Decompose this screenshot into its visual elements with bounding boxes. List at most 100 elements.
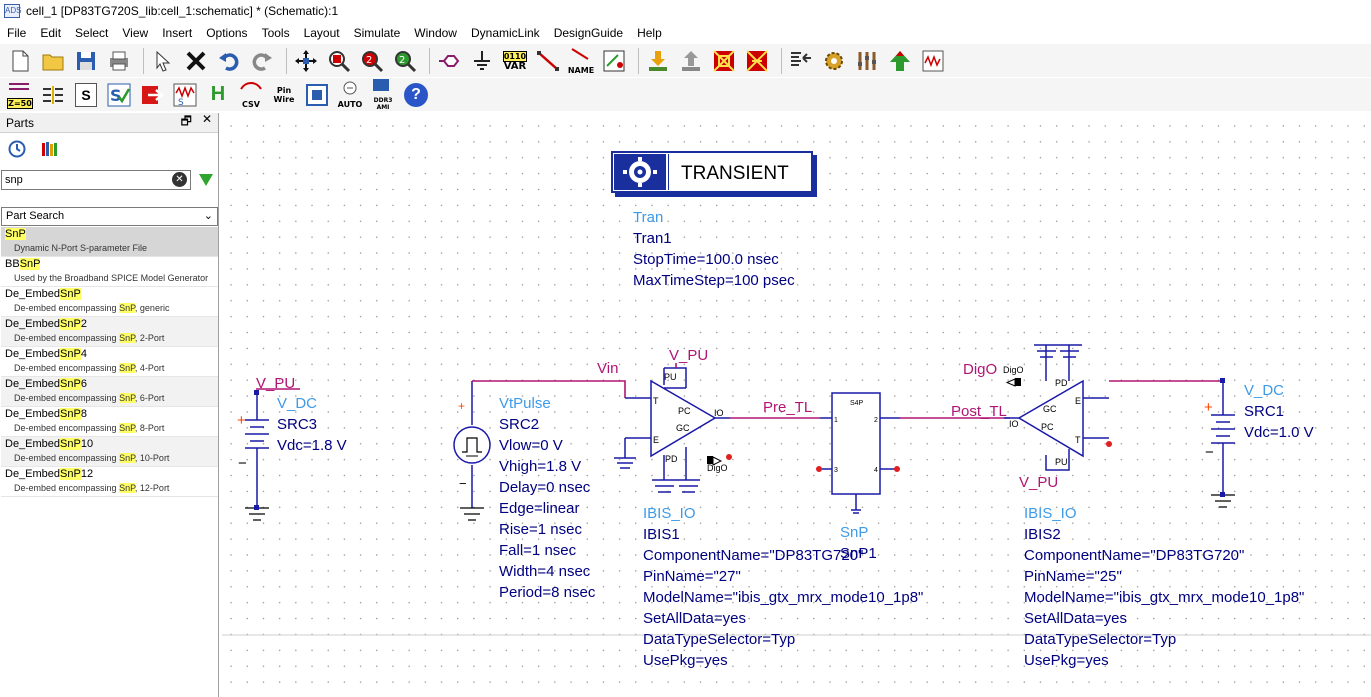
menu-layout[interactable]: Layout [297,23,347,43]
ground-icon[interactable] [468,47,496,75]
main-toolbar: 2 2 0110 VAR NAME [0,44,1371,77]
select-arrow-icon[interactable] [149,47,177,75]
export-red-icon[interactable] [138,81,166,109]
move-icon[interactable] [292,47,320,75]
csv-label: CSV [242,99,260,109]
csv-icon[interactable]: CSV [237,81,265,109]
clear-search-icon[interactable]: ✕ [172,172,187,187]
ibis1-buffer[interactable]: T E PC GC IO PU PD DigO [614,367,732,493]
redo-icon[interactable] [248,47,276,75]
parts-search-input[interactable] [1,170,191,190]
menu-select[interactable]: Select [68,23,115,43]
print-icon[interactable] [105,47,133,75]
sparam-check-icon[interactable]: S [105,81,133,109]
list-item[interactable]: De_EmbedSnP4 De-embed encompassing SnP, … [1,347,218,377]
zoom-in-icon[interactable]: 2 [358,47,386,75]
src2-param: Rise=1 nsec [499,521,582,538]
toolbar-separator [638,47,639,74]
ddr-ami-icon[interactable]: DDR3 AMI [369,79,397,111]
list-item[interactable]: BBSnP Used by the Broadband SPICE Model … [1,257,218,287]
src2-param: Vlow=0 V [499,437,563,454]
src1-vdc-source[interactable]: + − [1204,378,1235,508]
part-search-dropdown[interactable]: Part Search ⌄ [1,207,218,226]
port-icon[interactable] [435,47,463,75]
snp-block[interactable]: S4P 1 2 3 4 [816,392,900,514]
src3-net-label: V_PU [256,375,295,392]
list-item[interactable]: SnP Dynamic N-Port S-parameter File [1,227,218,257]
pop-out-icon[interactable] [677,47,705,75]
src3-type: V_DC [277,395,317,412]
close-panel-icon[interactable]: ✕ [202,112,212,133]
new-file-icon[interactable] [6,47,34,75]
src2-vtpulse-source[interactable]: + − [453,381,491,521]
menu-dynamiclink[interactable]: DynamicLink [464,23,547,43]
ibis2-pin-pu: PU [1055,457,1068,467]
menu-window[interactable]: Window [407,23,464,43]
svg-text:S: S [110,86,122,105]
toolbar-separator [286,47,287,74]
var-icon[interactable]: 0110 VAR [501,47,529,75]
wire-icon[interactable] [534,47,562,75]
src3-vdc-source[interactable]: + − [237,390,269,521]
generate-layout-icon[interactable] [886,47,914,75]
pin-wire-icon[interactable]: Pin Wire [270,81,298,109]
ibis2-pin-t: T [1075,435,1081,445]
open-folder-icon[interactable] [39,47,67,75]
menu-help[interactable]: Help [630,23,669,43]
help-icon[interactable]: ? [402,81,430,109]
src2-param: Period=8 nsec [499,584,596,601]
auto-icon[interactable]: AUTO [336,81,364,109]
list-item[interactable]: De_EmbedSnP De-embed encompassing SnP, g… [1,287,218,317]
tuning-icon[interactable] [853,47,881,75]
schematic-canvas[interactable]: TRANSIENT Tran Tran1 StopTime=100.0 nsec… [220,113,1371,697]
h-param-icon[interactable]: H [204,81,232,109]
list-item[interactable]: De_EmbedSnP6 De-embed encompassing SnP, … [1,377,218,407]
menu-insert[interactable]: Insert [155,23,199,43]
push-into-icon[interactable] [644,47,672,75]
ibis2-buffer[interactable]: E T GC PC IO PD PU DigO [1003,344,1112,471]
ibis2-digo-small: DigO [1003,365,1024,375]
name-icon-label: NAME [567,65,595,75]
undo-icon[interactable] [215,47,243,75]
pin-edit-icon[interactable] [600,47,628,75]
sparam-file-icon[interactable]: S [72,81,100,109]
list-item[interactable]: De_EmbedSnP10 De-embed encompassing SnP,… [1,437,218,467]
ibis1-name: IBIS1 [643,526,680,543]
menu-view[interactable]: View [115,23,155,43]
ibis1-param: SetAllData=yes [643,610,746,627]
zoom-out-icon[interactable]: 2 [391,47,419,75]
annotate-icon[interactable] [787,47,815,75]
delete-x-icon[interactable] [182,47,210,75]
ibis1-param: PinName="27" [643,568,741,585]
list-item[interactable]: De_EmbedSnP8 De-embed encompassing SnP, … [1,407,218,437]
component-box-icon[interactable] [303,81,331,109]
library-books-icon[interactable] [40,140,58,158]
list-item[interactable]: De_EmbedSnP2 De-embed encompassing SnP, … [1,317,218,347]
filter-icon[interactable] [199,174,213,186]
menu-options[interactable]: Options [199,23,254,43]
menu-tools[interactable]: Tools [255,23,297,43]
z50-icon[interactable]: Z=50 [6,81,34,109]
list-item[interactable]: De_EmbedSnP12 De-embed encompassing SnP,… [1,467,218,497]
data-display-icon[interactable] [919,47,947,75]
chevron-down-icon: ⌄ [203,210,213,222]
zoom-area-icon[interactable] [325,47,353,75]
transient-controller[interactable]: TRANSIENT [611,151,817,197]
ibis1-pin-pc: PC [678,406,691,416]
menu-edit[interactable]: Edit [33,23,68,43]
tran-type: Tran [633,209,663,226]
deactivate-short-icon[interactable] [743,47,771,75]
float-panel-icon[interactable]: 🗗 [181,112,192,133]
recent-clock-icon[interactable] [8,140,26,158]
save-icon[interactable] [72,47,100,75]
line-calc-icon[interactable] [39,81,67,109]
waveform-s-icon[interactable]: S [171,81,199,109]
menu-file[interactable]: File [0,23,33,43]
menu-simulate[interactable]: Simulate [347,23,408,43]
svg-text:S: S [178,98,184,107]
name-wire-icon[interactable]: NAME [567,47,595,75]
deactivate-icon[interactable] [710,47,738,75]
simulate-gear-icon[interactable] [820,47,848,75]
svg-text:2: 2 [366,55,372,66]
menu-designguide[interactable]: DesignGuide [547,23,630,43]
